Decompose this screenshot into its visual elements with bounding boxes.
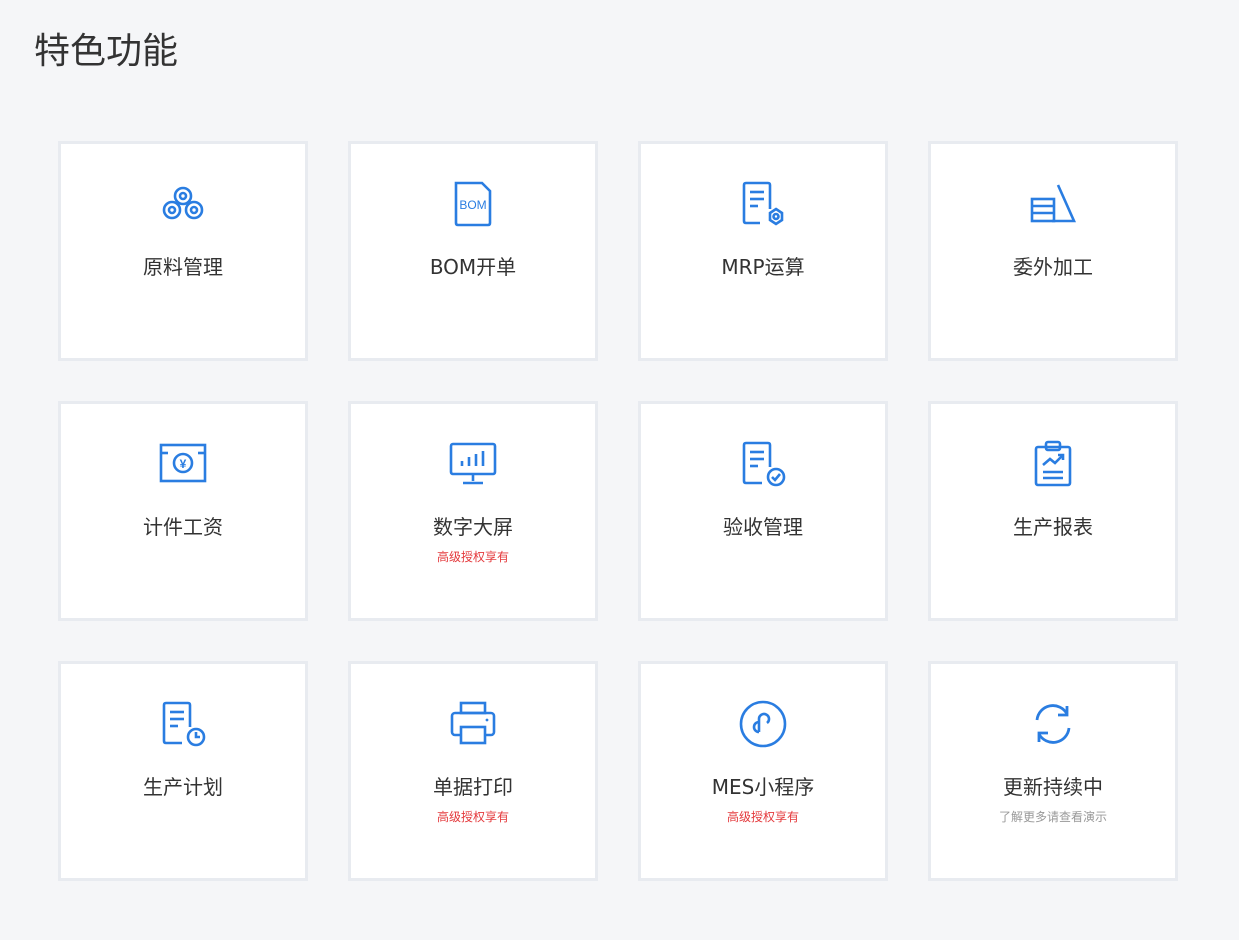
mini-program-icon	[738, 699, 788, 749]
outsource-icon	[1028, 179, 1078, 229]
feature-card-digital-screen[interactable]: 数字大屏 高级授权享有	[348, 401, 598, 621]
feature-label: 数字大屏	[433, 515, 513, 539]
doc-check-icon	[738, 439, 788, 489]
feature-label: 单据打印	[433, 775, 513, 799]
refresh-icon	[1028, 699, 1078, 749]
feature-label: 委外加工	[1013, 255, 1093, 279]
gears-icon	[158, 179, 208, 229]
feature-card-acceptance[interactable]: 验收管理	[638, 401, 888, 621]
yen-icon-text: ¥	[180, 457, 187, 471]
feature-label: MRP运算	[721, 255, 805, 279]
demo-hint-link[interactable]: 了解更多请查看演示	[931, 809, 1175, 825]
feature-label: 更新持续中	[1003, 775, 1103, 799]
bom-doc-icon: BOM	[448, 179, 498, 229]
feature-label: 验收管理	[723, 515, 803, 539]
feature-card-bom[interactable]: BOM BOM开单	[348, 141, 598, 361]
premium-badge: 高级授权享有	[436, 550, 509, 564]
feature-label: 生产计划	[143, 775, 223, 799]
feature-card-outsource[interactable]: 委外加工	[928, 141, 1178, 361]
doc-clock-icon	[158, 699, 208, 749]
doc-gear-icon	[738, 179, 788, 229]
feature-card-raw-material[interactable]: 原料管理	[58, 141, 308, 361]
clipboard-chart-icon	[1028, 439, 1078, 489]
feature-label: 计件工资	[143, 515, 223, 539]
feature-label: 生产报表	[1013, 515, 1093, 539]
feature-card-production-plan[interactable]: 生产计划	[58, 661, 308, 881]
feature-card-document-print[interactable]: 单据打印 高级授权享有	[348, 661, 598, 881]
feature-card-production-report[interactable]: 生产报表	[928, 401, 1178, 621]
monitor-chart-icon	[448, 439, 498, 489]
feature-card-piece-wage[interactable]: ¥ 计件工资	[58, 401, 308, 621]
feature-card-mrp[interactable]: MRP运算	[638, 141, 888, 361]
page-title: 特色功能	[34, 31, 179, 72]
feature-label: BOM开单	[429, 255, 517, 279]
feature-grid: 原料管理 BOM BOM开单 MRP运算 委外加工 ¥ 计件工资 数字大屏 高级…	[58, 141, 1178, 881]
feature-label: 原料管理	[143, 255, 223, 279]
feature-card-updating[interactable]: 更新持续中 了解更多请查看演示	[928, 661, 1178, 881]
wage-icon: ¥	[158, 439, 208, 489]
feature-card-mes-mini-program[interactable]: MES小程序 高级授权享有	[638, 661, 888, 881]
feature-label: MES小程序	[711, 775, 815, 799]
printer-icon	[448, 699, 498, 749]
premium-badge: 高级授权享有	[726, 810, 799, 824]
bom-icon-text: BOM	[459, 198, 486, 212]
premium-badge: 高级授权享有	[436, 810, 509, 824]
